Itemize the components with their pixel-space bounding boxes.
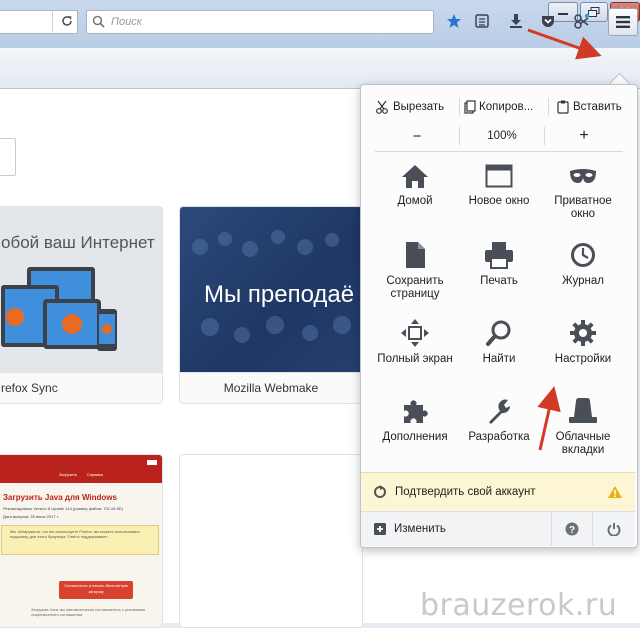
arrow-to-settings bbox=[537, 386, 561, 451]
arrow-to-menu-button bbox=[527, 28, 602, 60]
watermark: brauzerok.ru bbox=[420, 588, 618, 623]
annotation-arrows bbox=[527, 28, 602, 451]
